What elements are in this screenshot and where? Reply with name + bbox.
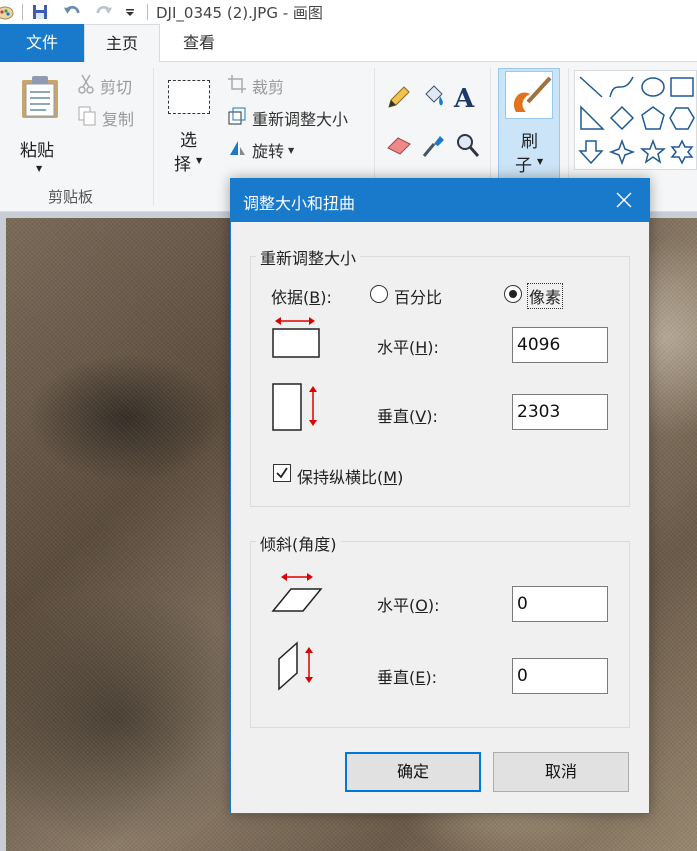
pixels-radio[interactable] <box>504 285 522 303</box>
group-divider <box>153 68 154 206</box>
redo-icon[interactable] <box>95 3 113 21</box>
vertical-resize-icon <box>271 382 321 438</box>
brushes-button[interactable]: 刷 子 ▼ <box>498 68 560 180</box>
tab-file[interactable]: 文件 <box>0 24 84 62</box>
vertical-label: 垂直(V): <box>377 407 438 426</box>
clipboard-group-label: 剪贴板 <box>48 188 94 206</box>
select-rectangle-icon <box>168 80 210 114</box>
crop-icon <box>228 75 246 97</box>
horizontal-input[interactable] <box>512 327 608 363</box>
color-picker-icon[interactable] <box>422 132 446 162</box>
rotate-dropdown-icon: ▼ <box>288 145 295 155</box>
right-triangle-shape-icon[interactable] <box>580 105 605 130</box>
keep-ratio-checkbox[interactable] <box>273 464 291 482</box>
skew-horizontal-icon <box>271 569 323 619</box>
arrow-down-shape-icon[interactable] <box>578 140 604 165</box>
fill-icon[interactable] <box>420 84 446 114</box>
diamond-shape-icon[interactable] <box>609 105 635 131</box>
copy-icon <box>78 106 96 130</box>
percent-label[interactable]: 百分比 <box>394 284 442 308</box>
dialog-title: 调整大小和扭曲 <box>243 194 356 213</box>
select-label-1: 选 <box>180 131 197 151</box>
title-bar: DJI_0345 (2).JPG - 画图 <box>0 0 697 24</box>
undo-icon[interactable] <box>63 3 81 21</box>
clipboard-icon <box>20 74 60 124</box>
brush-label-1: 刷 <box>521 132 538 152</box>
skew-horizontal-label: 水平(O): <box>377 596 440 615</box>
vertical-input[interactable] <box>512 394 608 430</box>
dialog-title-bar[interactable]: 调整大小和扭曲 <box>231 179 649 222</box>
resize-group-legend: 重新调整大小 <box>256 245 361 269</box>
oval-shape-icon[interactable] <box>641 77 665 97</box>
brush-dropdown-icon: ▼ <box>537 157 544 166</box>
cut-button[interactable]: 剪切 <box>78 74 132 98</box>
rotate-icon <box>228 139 246 161</box>
ok-button[interactable]: 确定 <box>345 752 481 792</box>
eraser-icon[interactable] <box>386 134 412 160</box>
curve-shape-icon[interactable] <box>609 76 634 98</box>
shapes-gallery[interactable] <box>574 70 697 170</box>
toolbar-separator <box>22 4 23 20</box>
crop-button[interactable]: 裁剪 <box>228 74 284 98</box>
select-button[interactable]: 选 择 ▼ <box>164 76 214 186</box>
skew-group-legend: 倾斜(角度) <box>256 531 341 555</box>
resize-label: 重新调整大小 <box>252 110 349 129</box>
star4-shape-icon[interactable] <box>608 138 636 166</box>
title-separator <box>147 4 148 20</box>
pixels-label[interactable]: 像素 <box>526 283 564 309</box>
resize-icon <box>228 107 246 129</box>
pencil-icon[interactable] <box>386 86 410 114</box>
percent-radio[interactable] <box>370 285 388 303</box>
brush-icon <box>505 71 553 119</box>
star6-shape-icon[interactable] <box>670 139 694 165</box>
hexagon-shape-icon[interactable] <box>669 107 695 130</box>
resize-button[interactable]: 重新调整大小 <box>228 106 348 130</box>
rotate-label: 旋转 <box>252 142 285 161</box>
line-shape-icon[interactable] <box>579 76 603 98</box>
skew-vertical-label: 垂直(E): <box>377 668 437 687</box>
paste-label: 粘贴 <box>20 141 54 161</box>
window-title: DJI_0345 (2).JPG - 画图 <box>156 3 323 22</box>
select-label-2: 择 <box>174 155 191 175</box>
save-icon[interactable] <box>31 3 49 21</box>
select-dropdown-icon: ▼ <box>196 156 203 165</box>
resize-skew-dialog: 调整大小和扭曲 重新调整大小 依据(B): 百分比 像素 水平(H): 垂直(V… <box>230 178 650 814</box>
paste-button[interactable]: 粘贴 ▼ <box>14 72 66 182</box>
keep-ratio-label[interactable]: 保持纵横比(M) <box>297 464 403 488</box>
copy-label: 复制 <box>102 110 135 129</box>
cancel-button[interactable]: 取消 <box>493 752 629 792</box>
rotate-button[interactable]: 旋转 ▼ <box>228 138 294 162</box>
skew-horizontal-input[interactable] <box>512 586 608 622</box>
skew-vertical-icon <box>275 639 323 697</box>
customize-toolbar-icon[interactable] <box>121 3 139 21</box>
copy-button[interactable]: 复制 <box>78 106 134 130</box>
skew-vertical-input[interactable] <box>512 658 608 694</box>
horizontal-resize-icon <box>271 313 321 363</box>
pentagon-shape-icon[interactable] <box>641 106 665 130</box>
tab-home[interactable]: 主页 <box>84 24 160 63</box>
brush-label-2: 子 <box>515 156 532 176</box>
crop-label: 裁剪 <box>252 78 285 97</box>
tab-view[interactable]: 查看 <box>160 24 238 62</box>
paste-dropdown-icon: ▼ <box>36 164 43 173</box>
rectangle-shape-icon[interactable] <box>670 77 694 97</box>
magnifier-icon[interactable] <box>456 132 480 162</box>
close-icon[interactable] <box>613 189 635 211</box>
by-label: 依据(B): <box>271 288 332 307</box>
star5-shape-icon[interactable] <box>639 138 667 164</box>
text-icon[interactable]: A <box>454 84 474 114</box>
ribbon-tabs: 文件 主页 查看 <box>0 24 697 63</box>
scissors-icon <box>78 74 94 98</box>
horizontal-label: 水平(H): <box>377 338 439 357</box>
paint-app-icon[interactable] <box>0 3 14 21</box>
cut-label: 剪切 <box>100 78 133 97</box>
